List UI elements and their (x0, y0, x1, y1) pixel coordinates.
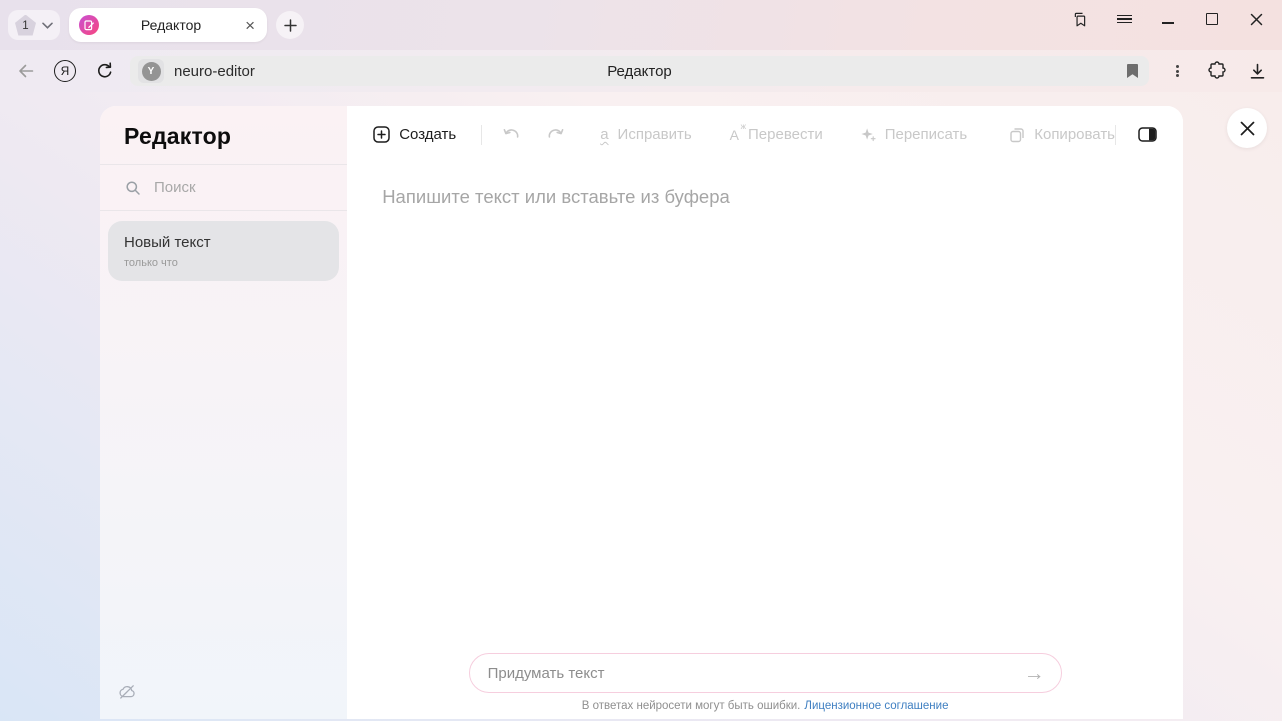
app-logo: Редактор (100, 106, 347, 164)
close-editor-button[interactable] (1227, 108, 1267, 148)
close-icon (1239, 120, 1256, 137)
yandex-glyph: Я (61, 64, 70, 78)
menu-icon[interactable] (1116, 11, 1132, 27)
prompt-bar: → (469, 653, 1062, 693)
editor-placeholder: Напишите текст или вставьте из буфера (382, 186, 1148, 208)
prompt-input[interactable] (488, 665, 1020, 682)
copy-button[interactable]: Копировать (1009, 126, 1115, 143)
browser-window: 1 Редактор × (0, 0, 1282, 721)
document-list: Новый текст только что (100, 211, 347, 291)
document-title: Новый текст (124, 234, 323, 251)
plus-icon (284, 19, 297, 32)
browser-toolbar: Я Y neuro-editor Редактор (0, 50, 1282, 92)
editor-toolbar: Создать (347, 106, 1183, 163)
license-link[interactable]: Лицензионное соглашение (804, 700, 948, 712)
search-icon (125, 180, 141, 196)
prompt-area: → В ответах нейросети могут быть ошибки.… (347, 653, 1183, 719)
search-placeholder: Поиск (154, 179, 196, 196)
side-panels-icon[interactable] (1072, 11, 1088, 27)
yandex-button[interactable]: Я (54, 60, 76, 82)
fix-label: Исправить (618, 126, 692, 143)
document-timestamp: только что (124, 257, 323, 269)
redo-icon (546, 127, 565, 143)
refresh-button[interactable] (96, 62, 114, 80)
create-button[interactable]: Создать (373, 126, 456, 143)
toolbar-right-buttons (1167, 61, 1267, 81)
split-panel-icon (1138, 127, 1157, 142)
extensions-puzzle-icon[interactable] (1207, 61, 1227, 81)
browser-chrome: 1 Редактор × (0, 0, 1282, 92)
copy-label: Копировать (1034, 126, 1115, 143)
bookmark-icon[interactable] (1126, 63, 1139, 79)
url-text: neuro-editor (174, 63, 255, 80)
create-label: Создать (399, 126, 456, 143)
undo-icon (502, 127, 521, 143)
tab-title: Редактор (99, 17, 243, 33)
tab-counter-button[interactable]: 1 (8, 10, 60, 40)
new-tab-button[interactable] (276, 11, 304, 39)
app-sidebar: Редактор Поиск Новый текст только что (100, 106, 347, 719)
translate-icon: Aж (730, 127, 739, 143)
divider (1115, 125, 1116, 145)
tab-strip: 1 Редактор × (0, 0, 1282, 50)
editor-app-panel: Редактор Поиск Новый текст только что (100, 106, 1183, 719)
send-arrow-icon[interactable]: → (1020, 663, 1049, 684)
site-protect-icon[interactable]: Y (138, 59, 164, 83)
fix-button[interactable]: a Исправить (600, 126, 691, 143)
redo-button[interactable] (546, 127, 565, 143)
search-input[interactable]: Поиск (100, 165, 347, 210)
address-bar[interactable]: Y neuro-editor Редактор (130, 56, 1149, 86)
close-window-button[interactable] (1248, 11, 1264, 27)
split-view-button[interactable] (1138, 127, 1157, 142)
page-background: Редактор Поиск Новый текст только что (0, 92, 1282, 721)
spellcheck-icon: a (600, 126, 608, 143)
cloud-off-icon (118, 684, 136, 700)
copy-icon (1009, 127, 1025, 143)
more-options-icon[interactable] (1167, 63, 1187, 78)
sync-status[interactable] (100, 684, 347, 719)
translate-label: Перевести (748, 126, 823, 143)
editor-area[interactable]: Напишите текст или вставьте из буфера (347, 163, 1183, 719)
address-bar-page-title: Редактор (130, 63, 1149, 80)
window-controls (1072, 11, 1264, 27)
download-icon[interactable] (1247, 62, 1267, 81)
undo-button[interactable] (502, 127, 521, 143)
tab-count-badge: 1 (15, 15, 36, 36)
back-button[interactable] (16, 62, 36, 80)
translate-button[interactable]: Aж Перевести (730, 126, 823, 143)
ai-disclaimer: В ответах нейросети могут быть ошибки.Ли… (582, 700, 949, 712)
editor-main: Создать (347, 106, 1183, 719)
plus-square-icon (373, 126, 390, 143)
sparkles-icon (861, 127, 876, 142)
rewrite-button[interactable]: Переписать (861, 126, 968, 143)
maximize-button[interactable] (1204, 11, 1220, 27)
tab-close-icon[interactable]: × (243, 17, 257, 34)
disclaimer-text: В ответах нейросети могут быть ошибки. (582, 700, 801, 712)
chevron-down-icon (42, 22, 53, 29)
divider (481, 125, 482, 145)
rewrite-label: Переписать (885, 126, 968, 143)
tab-editor[interactable]: Редактор × (69, 8, 267, 42)
minimize-button[interactable] (1160, 11, 1176, 27)
list-item-new-text[interactable]: Новый текст только что (108, 221, 339, 281)
editor-favicon-icon (79, 15, 99, 35)
